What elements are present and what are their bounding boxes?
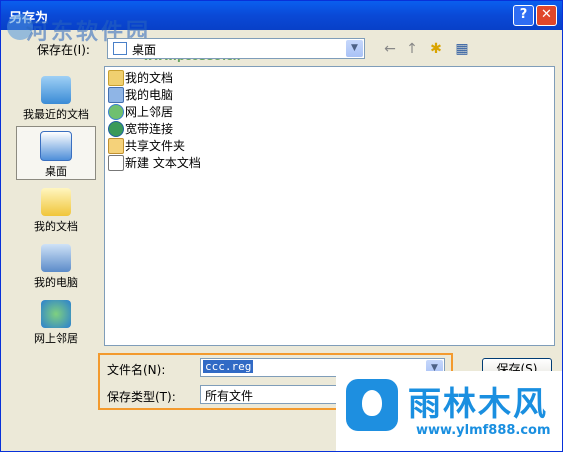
place-label: 桌面 (45, 165, 67, 178)
file-name-label: 文件名(N): (107, 363, 166, 377)
folder-docs-icon (108, 70, 124, 86)
new-folder-button[interactable]: ✱ (425, 39, 447, 59)
network-places-icon (41, 300, 71, 328)
file-name-value: ccc.reg (203, 360, 254, 373)
place-label: 我的电脑 (34, 276, 78, 289)
up-folder-icon: ↑ (406, 41, 418, 57)
computer-icon (108, 87, 124, 103)
back-button[interactable]: ← (379, 39, 401, 59)
place-network[interactable]: 网上邻居 (16, 296, 96, 350)
my-documents-icon (41, 188, 71, 216)
network-icon (108, 104, 124, 120)
back-arrow-icon: ← (384, 41, 396, 57)
up-folder-button[interactable]: ↑ (401, 39, 423, 59)
file-list[interactable]: 我的文档 我的电脑 网上邻居 宽带连接 共享文件夹 新建 文本文档 (104, 66, 555, 346)
brand-url: www.ylmf888.com (416, 423, 551, 438)
file-label: 宽带连接 (125, 122, 174, 136)
chevron-down-icon[interactable]: ▼ (346, 40, 363, 57)
file-label: 新建 文本文档 (125, 156, 201, 170)
close-button[interactable]: ✕ (536, 5, 557, 26)
brand-name: 雨林木风 (408, 384, 548, 423)
place-label: 网上邻居 (34, 332, 78, 345)
place-label: 我最近的文档 (23, 108, 89, 121)
views-icon: ▦ (455, 41, 469, 57)
recent-docs-icon (41, 76, 71, 104)
desktop-small-icon (113, 42, 127, 55)
brand-logo-icon (346, 379, 398, 431)
text-file-icon (108, 155, 124, 171)
views-menu-button[interactable]: ▦ (449, 39, 475, 59)
place-my-documents[interactable]: 我的文档 (16, 184, 96, 238)
place-recent-documents[interactable]: 我最近的文档 (16, 72, 96, 126)
file-label: 共享文件夹 (125, 139, 186, 153)
save-as-dialog: 另存为 ? ✕ 河东软件园 www.pc0359.cn 保存在(I): 桌面 ▼… (0, 0, 563, 452)
place-label: 我的文档 (34, 220, 78, 233)
file-label: 我的文档 (125, 71, 174, 85)
new-folder-icon: ✱ (430, 41, 442, 57)
brand-watermark: 雨林木风 www.ylmf888.com (336, 371, 562, 451)
file-label: 网上邻居 (125, 105, 174, 119)
file-type-label: 保存类型(T): (107, 390, 176, 404)
save-in-value: 桌面 (132, 43, 157, 57)
desktop-icon (40, 131, 72, 161)
file-type-value: 所有文件 (205, 389, 254, 403)
help-button[interactable]: ? (513, 5, 534, 26)
save-in-label: 保存在(I): (37, 43, 90, 57)
places-bar: 我最近的文档 桌面 我的文档 我的电脑 网上邻居 (13, 66, 97, 423)
place-my-computer[interactable]: 我的电脑 (16, 240, 96, 294)
broadband-icon (108, 121, 124, 137)
place-desktop[interactable]: 桌面 (16, 126, 96, 180)
save-in-dropdown[interactable]: 桌面 ▼ (107, 38, 365, 59)
my-computer-icon (41, 244, 71, 272)
file-label: 我的电脑 (125, 88, 174, 102)
shared-folder-icon (108, 138, 124, 154)
